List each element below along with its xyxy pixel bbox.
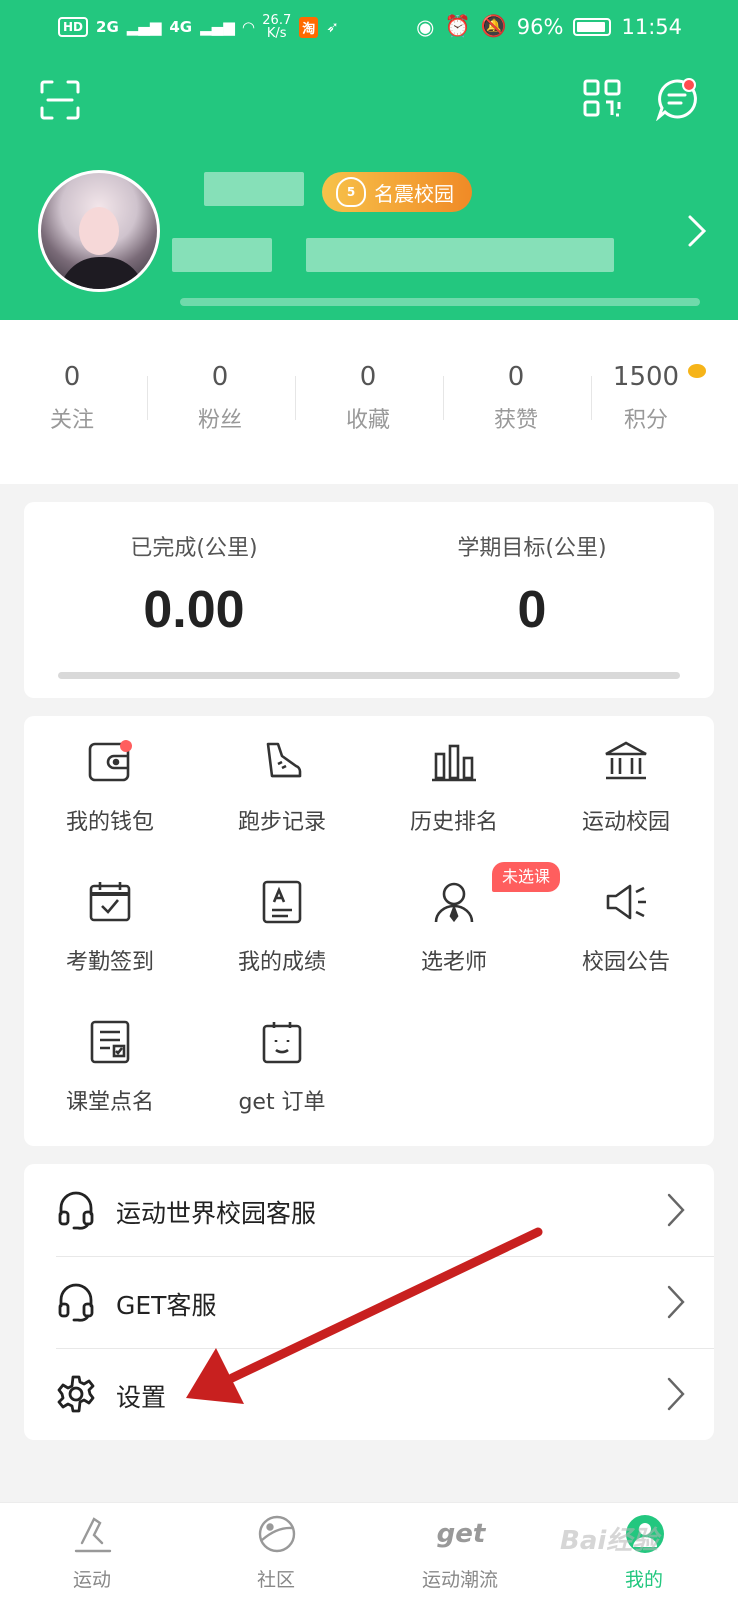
menu-row-settings[interactable]: 设置 (24, 1348, 714, 1440)
chevron-right-icon (667, 1377, 685, 1411)
grid-item-roll-call[interactable]: 课堂点名 (24, 996, 196, 1126)
badge-emblem-icon: 5 (336, 177, 366, 207)
username-blurred (204, 172, 304, 206)
stat-following[interactable]: 0 关注 (2, 362, 142, 434)
net-speed: 26.7 K/s (262, 13, 292, 41)
coin-icon (688, 364, 706, 378)
gear-icon (57, 1375, 95, 1413)
grid-item-grades[interactable]: 我的成绩 (196, 856, 368, 986)
message-icon[interactable] (654, 76, 700, 122)
grid-item-wallet[interactable]: 我的钱包 (24, 716, 196, 846)
ranking-bars-icon (432, 744, 476, 782)
chevron-right-icon[interactable] (684, 214, 710, 248)
campus-building-icon (605, 741, 647, 780)
signal-2g: 2G (96, 18, 119, 36)
speaker-icon (606, 884, 646, 920)
stat-favorites[interactable]: 0 收藏 (298, 362, 438, 434)
watermark: Bai经验 (560, 1526, 659, 1556)
menu-row-get-support[interactable]: GET客服 (24, 1256, 714, 1348)
completed-value: 0.00 (143, 581, 245, 639)
unread-dot (682, 78, 696, 92)
tab-community[interactable]: 社区 (184, 1503, 368, 1600)
hd-indicator: HD (58, 17, 89, 37)
get-logo-icon: get (436, 1519, 486, 1549)
chevron-right-icon (667, 1193, 685, 1227)
wifi-icon: ◠ (242, 18, 255, 36)
completed-label: 已完成(公里) (130, 536, 258, 561)
grid-item-announcement[interactable]: 校园公告 (540, 856, 712, 986)
header-divider (180, 298, 700, 306)
menu-row-campus-support[interactable]: 运动世界校园客服 (24, 1164, 714, 1256)
battery-icon (573, 17, 612, 36)
profile-header: HD 2G ▂▄▆ 4G ▂▄▆ ◠ 26.7 K/s 淘 ➶ ◉ ⏰ 🔕 96%… (0, 0, 738, 320)
stat-likes[interactable]: 0 获赞 (446, 362, 586, 434)
alarm-icon: ⏰ (444, 14, 471, 38)
signal-icon: ▂▄▆ (200, 18, 235, 36)
tab-trend[interactable]: get 运动潮流 (368, 1503, 552, 1600)
qr-code-icon[interactable] (582, 78, 622, 118)
headset-icon (58, 1283, 94, 1322)
grid-item-ranking[interactable]: 历史排名 (368, 716, 540, 846)
chevron-right-icon (667, 1285, 685, 1319)
unselected-course-tag: 未选课 (492, 862, 561, 892)
wallet-icon (88, 740, 132, 782)
tab-run[interactable]: 运动 (0, 1503, 184, 1600)
taobao-icon: 淘 (299, 16, 319, 38)
badge-label: 名震校园 (374, 181, 454, 206)
status-bar: HD 2G ▂▄▆ 4G ▂▄▆ ◠ 26.7 K/s 淘 ➶ ◉ ⏰ 🔕 96%… (0, 0, 738, 56)
stats-bar: 0 关注 0 粉丝 0 收藏 0 获赞 1500 积分 (0, 320, 738, 484)
honor-badge[interactable]: 5 名震校园 (322, 172, 472, 212)
send-icon: ➶ (326, 18, 339, 36)
clock-time: 11:54 (621, 14, 682, 39)
planet-icon (258, 1515, 296, 1553)
signal-4g: 4G (169, 18, 193, 36)
grid-item-get-order[interactable]: get 订单 (196, 996, 368, 1126)
target-value: 0 (517, 581, 547, 639)
avatar[interactable] (38, 170, 160, 292)
mute-bell-icon: 🔕 (480, 14, 507, 38)
teacher-icon (434, 882, 474, 923)
scan-icon[interactable] (38, 78, 82, 122)
grid-item-attendance[interactable]: 考勤签到 (24, 856, 196, 986)
battery-percent: 96% (516, 14, 564, 39)
stat-followers[interactable]: 0 粉丝 (150, 362, 290, 434)
distance-progress-bar (58, 672, 680, 679)
school-blurred (306, 238, 614, 272)
signal-icon: ▂▄▆ (126, 18, 162, 36)
feature-grid: 我的钱包 跑步记录 历史排名 运动校园 考勤签到 我的成绩 选老师 校园公告 课… (24, 716, 714, 1146)
shoe-icon (266, 742, 302, 778)
target-label: 学期目标(公里) (457, 536, 607, 561)
order-icon (262, 1022, 302, 1064)
run-icon (74, 1517, 112, 1553)
grid-item-campus[interactable]: 运动校园 (540, 716, 712, 846)
grade-sheet-icon (262, 880, 302, 924)
headset-icon (58, 1191, 94, 1230)
school-blurred (172, 238, 272, 272)
calendar-check-icon (89, 882, 131, 922)
grid-item-run-record[interactable]: 跑步记录 (196, 716, 368, 846)
eye-icon: ◉ (416, 14, 435, 39)
roll-call-icon (90, 1020, 130, 1064)
distance-card: 已完成(公里) 0.00 学期目标(公里) 0 (24, 502, 714, 698)
menu-list: 运动世界校园客服 GET客服 设置 (24, 1164, 714, 1440)
